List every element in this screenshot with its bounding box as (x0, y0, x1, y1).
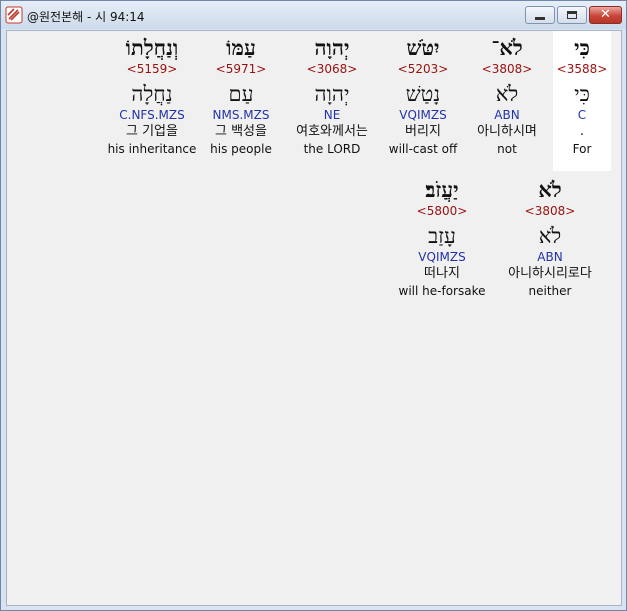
maximize-button[interactable] (557, 6, 587, 24)
app-window: @원전본해 - 시 94:14 ✕ כִּי <3588> כִּי C . F… (0, 0, 627, 611)
hebrew-word: עַמּוֹ (226, 35, 256, 60)
maximize-icon (567, 11, 577, 19)
morphology-code: VQIMZS (399, 108, 447, 122)
strongs-number[interactable]: <5203> (373, 61, 473, 77)
word-column[interactable]: לֹא <3808> לֹא ABN 아니하시리로다 neither (497, 173, 603, 299)
minimize-icon (535, 17, 545, 20)
english-gloss: For (572, 142, 592, 156)
strongs-number[interactable]: <3808> (497, 203, 603, 219)
hebrew-lemma: כִּי (574, 82, 590, 106)
window-title: @원전본해 - 시 94:14 (27, 10, 145, 24)
strongs-number[interactable]: <5159> (102, 61, 202, 77)
strongs-number[interactable]: <5800> (392, 203, 492, 219)
hebrew-word: יְהוָה (314, 35, 350, 60)
english-gloss: the LORD (303, 142, 361, 156)
app-logo-icon (5, 6, 23, 24)
english-gloss: his people (210, 142, 272, 156)
hebrew-lemma: עָזַב (428, 224, 456, 248)
word-column[interactable]: יַעֲזֹב׃ <5800> עָזַב VQIMZS 떠나지 will he… (392, 173, 492, 299)
english-gloss: will he-forsake (398, 284, 486, 298)
morphology-code: NE (323, 108, 341, 122)
word-column[interactable]: יִטֹּשׁ <5203> נָטַשׁ VQIMZS 버리지 will-ca… (373, 31, 473, 157)
korean-gloss: 여호와께서는 (296, 124, 368, 139)
hebrew-word: כִּי (574, 35, 590, 60)
word-column[interactable]: יְהוָה <3068> יְהוָה NE 여호와께서는 the LORD (282, 31, 382, 157)
interlinear-view[interactable]: כִּי <3588> כִּי C . For לֹא־ <3808> לֹא… (6, 30, 622, 606)
strongs-number[interactable]: <5971> (191, 61, 291, 77)
korean-gloss: 버리지 (405, 124, 441, 139)
word-column[interactable]: כִּי <3588> כִּי C . For (553, 31, 611, 171)
english-gloss: will-cast off (388, 142, 458, 156)
strongs-number[interactable]: <3588> (553, 61, 611, 77)
morphology-code: C.NFS.MZS (119, 108, 185, 122)
korean-gloss: . (579, 124, 585, 139)
korean-gloss: 떠나지 (424, 266, 460, 281)
strongs-number[interactable]: <3068> (282, 61, 382, 77)
hebrew-word: לֹא (538, 177, 562, 202)
hebrew-lemma: לֹא (538, 224, 562, 248)
minimize-button[interactable] (525, 6, 555, 24)
hebrew-lemma: יְהוָה (314, 82, 350, 106)
word-column[interactable]: עַמּוֹ <5971> עַם NMS.MZS 그 백성을 his peop… (191, 31, 291, 157)
word-column[interactable]: וְנַחֲלָתוֹ <5159> נַחֲלָה C.NFS.MZS 그 기… (102, 31, 202, 157)
morphology-code: C (577, 108, 587, 122)
morphology-code: ABN (537, 250, 563, 264)
english-gloss: neither (528, 284, 572, 298)
korean-gloss: 그 기업을 (126, 124, 178, 139)
hebrew-lemma: עַם (228, 82, 254, 106)
morphology-code: VQIMZS (418, 250, 466, 264)
hebrew-lemma: נָטַשׁ (405, 82, 441, 106)
korean-gloss: 아니하시리로다 (508, 266, 592, 281)
hebrew-lemma: נַחֲלָה (131, 82, 173, 106)
hebrew-word: יִטֹּשׁ (406, 35, 440, 60)
close-icon: ✕ (600, 7, 611, 22)
hebrew-word: יַעֲזֹב׃ (425, 177, 459, 202)
english-gloss: his inheritance (107, 142, 197, 156)
korean-gloss: 그 백성을 (215, 124, 267, 139)
close-button[interactable]: ✕ (589, 6, 622, 24)
title-bar[interactable]: @원전본해 - 시 94:14 ✕ (1, 1, 626, 29)
morphology-code: NMS.MZS (212, 108, 270, 122)
hebrew-word: וְנַחֲלָתוֹ (125, 35, 179, 60)
